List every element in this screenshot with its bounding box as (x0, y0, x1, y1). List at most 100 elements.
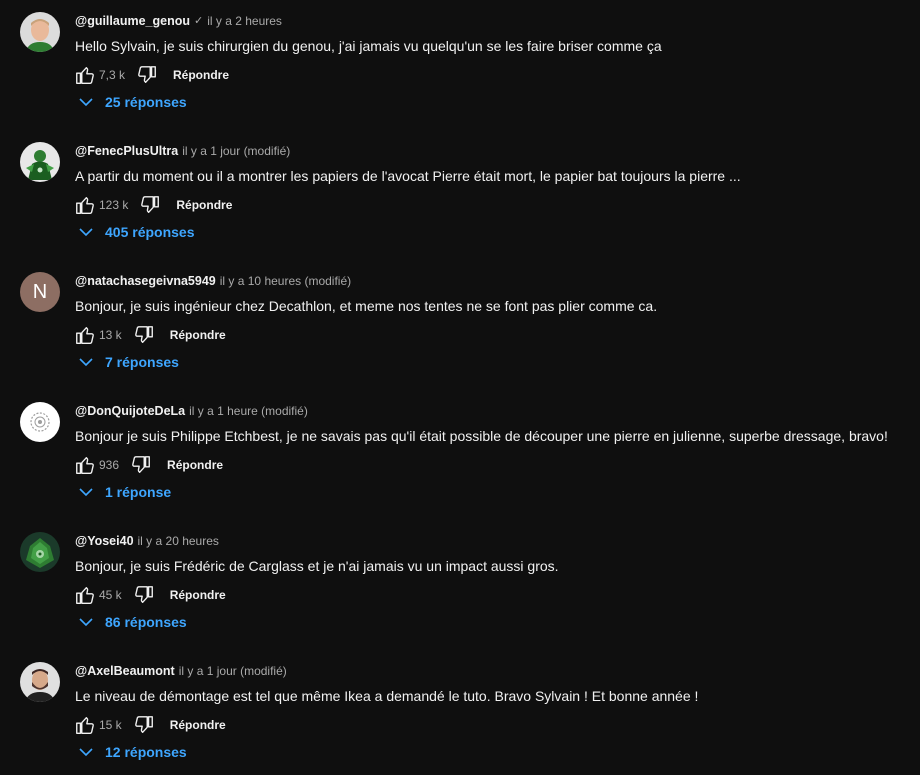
comment-item: @guillaume_genou ✓ il y a 2 heures Hello… (0, 0, 920, 130)
dislike-button[interactable] (138, 193, 162, 217)
thumb-down-icon (141, 196, 160, 214)
reply-button[interactable]: Répondre (170, 588, 226, 602)
comment-header: @AxelBeaumont il y a 1 jour (modifié) (75, 663, 287, 679)
reply-button[interactable]: Répondre (176, 198, 232, 212)
comment-text: Bonjour, je suis ingénieur chez Decathlo… (75, 298, 658, 314)
avatar-man-face-icon (20, 12, 60, 52)
chevron-down-icon (79, 358, 93, 367)
comment-header: @DonQuijoteDeLa il y a 1 heure (modifié) (75, 403, 308, 419)
thumb-down-icon (132, 456, 150, 474)
view-replies-button[interactable]: 25 réponses (78, 87, 187, 117)
like-count: 7,3 k (99, 68, 126, 82)
thumb-up-icon (76, 586, 94, 604)
chevron-down-icon (79, 748, 93, 757)
thumb-down-icon (138, 66, 156, 84)
comment-text: Bonjour, je suis Frédéric de Carglass et… (75, 558, 559, 574)
chevron-down-icon (79, 228, 93, 237)
like-button[interactable] (73, 323, 97, 347)
comment-header: @FenecPlusUltra il y a 1 jour (modifié) (75, 143, 290, 159)
like-count: 123 k (99, 198, 129, 212)
comment-actions: 45 k Répondre (73, 583, 226, 607)
verified-icon: ✓ (193, 15, 204, 27)
comment-author[interactable]: @DonQuijoteDeLa (75, 403, 185, 419)
comment-author[interactable]: @guillaume_genou (75, 13, 190, 29)
reply-button[interactable]: Répondre (170, 718, 226, 732)
comment-item: @FenecPlusUltra il y a 1 jour (modifié) … (0, 130, 920, 260)
view-replies-button[interactable]: 12 réponses (78, 737, 187, 767)
comment-author[interactable]: @Yosei40 (75, 533, 134, 549)
view-replies-button[interactable]: 405 réponses (78, 217, 195, 247)
comment-item: N @natachasegeivna5949 il y a 10 heures … (0, 260, 920, 390)
like-button[interactable] (73, 193, 97, 217)
comment-time[interactable]: il y a 1 jour (modifié) (182, 143, 290, 159)
replies-count: 1 réponse (105, 484, 172, 500)
like-count: 15 k (99, 718, 122, 732)
reply-button[interactable]: Répondre (170, 328, 226, 342)
replies-count: 405 réponses (105, 224, 195, 240)
dislike-button[interactable] (135, 63, 159, 87)
view-replies-button[interactable]: 86 réponses (78, 607, 187, 637)
comment-actions: 123 k Répondre (73, 193, 232, 217)
chevron-down-icon (79, 488, 93, 497)
thumb-down-icon (134, 326, 153, 344)
avatar-green-hero-icon (20, 142, 60, 182)
replies-count: 86 réponses (105, 614, 187, 630)
comment-text: Bonjour je suis Philippe Etchbest, je ne… (75, 428, 888, 444)
comment-author[interactable]: @FenecPlusUltra (75, 143, 178, 159)
like-button[interactable] (73, 63, 97, 87)
comment-item: @DonQuijoteDeLa il y a 1 heure (modifié)… (0, 390, 920, 520)
comment-text: A partir du moment ou il a montrer les p… (75, 168, 741, 184)
thumb-down-icon (134, 586, 153, 604)
thumb-down-icon (134, 716, 153, 734)
comment-time[interactable]: il y a 1 jour (modifié) (179, 663, 287, 679)
comment-item: @Yosei40 il y a 20 heures Bonjour, je su… (0, 520, 920, 650)
dislike-button[interactable] (132, 583, 156, 607)
thumb-up-icon (76, 326, 94, 344)
avatar[interactable] (20, 532, 60, 572)
like-count: 45 k (99, 588, 122, 602)
chevron-down-icon (79, 98, 93, 107)
like-count: 936 (99, 458, 120, 472)
dislike-button[interactable] (132, 323, 156, 347)
dislike-button[interactable] (129, 453, 153, 477)
comment-header: @guillaume_genou ✓ il y a 2 heures (75, 13, 282, 29)
comment-actions: 15 k Répondre (73, 713, 226, 737)
avatar[interactable] (20, 12, 60, 52)
comment-item: @AxelBeaumont il y a 1 jour (modifié) Le… (0, 650, 920, 775)
comments-section: @guillaume_genou ✓ il y a 2 heures Hello… (0, 0, 920, 775)
dislike-button[interactable] (132, 713, 156, 737)
reply-button[interactable]: Répondre (173, 68, 229, 82)
comment-time[interactable]: il y a 1 heure (modifié) (189, 403, 308, 419)
avatar[interactable] (20, 662, 60, 702)
thumb-up-icon (76, 196, 94, 214)
comment-time[interactable]: il y a 10 heures (modifié) (220, 273, 351, 289)
replies-count: 12 réponses (105, 744, 187, 760)
comment-time[interactable]: il y a 20 heures (138, 533, 219, 549)
comment-header: @natachasegeivna5949 il y a 10 heures (m… (75, 273, 351, 289)
comment-text: Le niveau de démontage est tel que même … (75, 688, 699, 704)
thumb-up-icon (76, 66, 94, 84)
view-replies-button[interactable]: 1 réponse (78, 477, 171, 507)
thumb-up-icon (76, 716, 94, 734)
view-replies-button[interactable]: 7 réponses (78, 347, 179, 377)
avatar-green-creature-icon (20, 532, 60, 572)
like-count: 13 k (99, 328, 122, 342)
avatar-letter: N (32, 280, 48, 303)
avatar-white-emblem-icon (20, 402, 60, 442)
reply-button[interactable]: Répondre (167, 458, 223, 472)
comment-text: Hello Sylvain, je suis chirurgien du gen… (75, 38, 662, 54)
replies-count: 7 réponses (105, 354, 179, 370)
comment-actions: 13 k Répondre (73, 323, 226, 347)
comment-author[interactable]: @AxelBeaumont (75, 663, 175, 679)
comment-author[interactable]: @natachasegeivna5949 (75, 273, 216, 289)
comment-actions: 7,3 k Répondre (73, 63, 229, 87)
like-button[interactable] (73, 583, 97, 607)
thumb-up-icon (76, 456, 94, 474)
comment-time[interactable]: il y a 2 heures (207, 13, 282, 29)
like-button[interactable] (73, 453, 97, 477)
avatar-man-beard-icon (20, 662, 60, 702)
avatar[interactable] (20, 402, 60, 442)
avatar[interactable] (20, 142, 60, 182)
avatar[interactable]: N (20, 272, 60, 312)
like-button[interactable] (73, 713, 97, 737)
